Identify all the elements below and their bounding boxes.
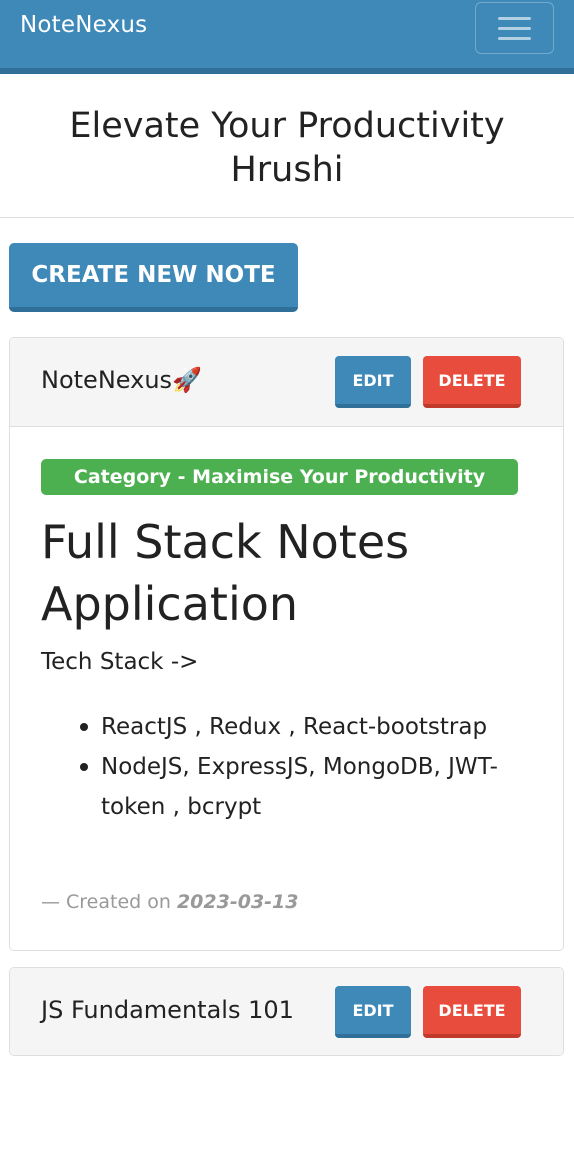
menu-bar xyxy=(498,26,531,30)
brand-logo-text[interactable]: NoteNexus xyxy=(20,12,147,38)
edit-button[interactable]: Edit xyxy=(335,356,411,408)
navbar: NoteNexus xyxy=(0,0,574,74)
note-card: NoteNexus🚀 Edit Delete Category - Maximi… xyxy=(9,337,564,951)
delete-button[interactable]: Delete xyxy=(423,356,521,408)
page-title: Elevate Your Productivity xyxy=(69,105,505,146)
user-name: Hrushi xyxy=(230,149,344,190)
footer-dash: — xyxy=(41,891,60,913)
create-note-button[interactable]: Create New Note xyxy=(9,243,298,312)
note-heading: Full Stack Notes Application xyxy=(41,515,410,631)
page-header: Elevate Your Productivity Hrushi xyxy=(0,74,574,218)
note-list: ReactJS , Redux , React-bootstrap NodeJS… xyxy=(74,707,514,827)
note-card: JS Fundamentals 101 Edit Delete xyxy=(9,967,564,1056)
menu-bar xyxy=(498,36,531,40)
list-item: NodeJS, ExpressJS, MongoDB, JWT-token , … xyxy=(74,747,514,827)
created-date: 2023-03-13 xyxy=(176,891,299,913)
note-card-header[interactable]: NoteNexus🚀 Edit Delete xyxy=(10,338,563,427)
list-item: ReactJS , Redux , React-bootstrap xyxy=(74,707,514,747)
note-subheading: Tech Stack -> xyxy=(41,649,199,675)
note-title[interactable]: JS Fundamentals 101 xyxy=(41,996,294,1024)
category-badge: Category - Maximise Your Productivity xyxy=(41,459,518,495)
note-card-header[interactable]: JS Fundamentals 101 Edit Delete xyxy=(10,968,563,1055)
created-footer: — Created on 2023-03-13 xyxy=(41,891,299,913)
menu-bar xyxy=(498,16,531,20)
note-title[interactable]: NoteNexus🚀 xyxy=(41,366,202,394)
created-prefix: Created on xyxy=(66,891,177,913)
edit-button[interactable]: Edit xyxy=(335,986,411,1038)
hamburger-menu-icon[interactable] xyxy=(475,2,554,54)
delete-button[interactable]: Delete xyxy=(423,986,521,1038)
